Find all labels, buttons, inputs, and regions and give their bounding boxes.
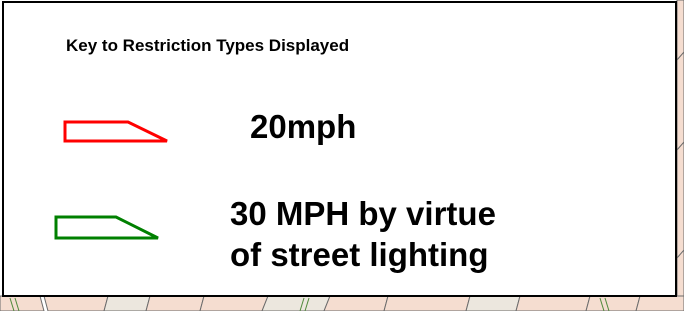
map-parcel bbox=[199, 295, 269, 311]
restriction-30mph-label-line-1: 30 MPH by virtue bbox=[230, 195, 496, 232]
map-parcel bbox=[0, 295, 45, 311]
restriction-30mph-symbol bbox=[54, 215, 159, 240]
restriction-20mph-symbol bbox=[63, 120, 168, 143]
map-parcel bbox=[43, 295, 109, 311]
map-parcel bbox=[585, 295, 641, 311]
map-parcel bbox=[515, 295, 591, 311]
map-road bbox=[465, 295, 521, 311]
map-parcel bbox=[383, 295, 471, 311]
map-parcel bbox=[323, 295, 389, 311]
green-wedge-symbol bbox=[54, 215, 159, 240]
restriction-30mph-label-line-2: of street lighting bbox=[230, 236, 489, 273]
restriction-20mph-label: 20mph bbox=[250, 108, 357, 145]
map-parcel bbox=[145, 295, 205, 311]
restriction-30mph-label: 30 MPH by virtue of street lighting bbox=[230, 193, 610, 275]
map-road bbox=[103, 295, 151, 311]
map-road bbox=[261, 295, 331, 311]
legend-title: Key to Restriction Types Displayed bbox=[66, 36, 350, 55]
red-wedge-symbol bbox=[63, 120, 168, 143]
map-parcel bbox=[635, 295, 684, 311]
